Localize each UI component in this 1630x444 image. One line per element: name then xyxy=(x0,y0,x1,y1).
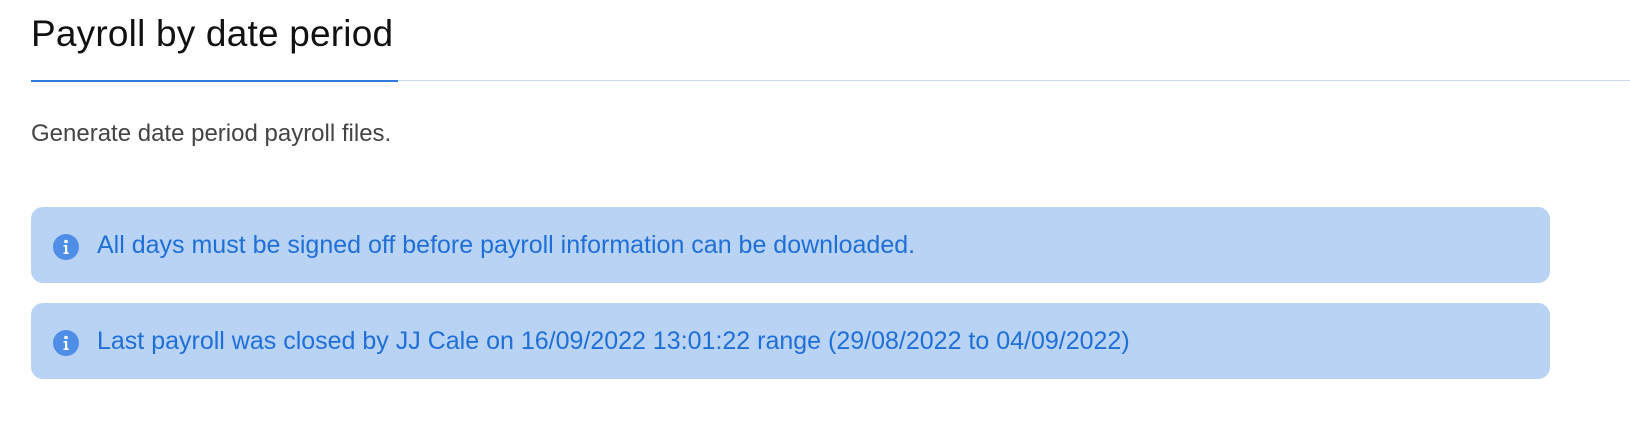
last-payroll-info-alert: Last payroll was closed by JJ Cale on 16… xyxy=(31,303,1550,379)
info-icon xyxy=(53,233,79,260)
page-title: Payroll by date period xyxy=(31,13,394,54)
alert-message: All days must be signed off before payro… xyxy=(97,231,916,259)
signoff-info-alert: All days must be signed off before payro… xyxy=(31,207,1550,283)
info-icon xyxy=(53,329,79,356)
page-description: Generate date period payroll files. xyxy=(31,120,392,147)
alert-message: Last payroll was closed by JJ Cale on 16… xyxy=(97,327,1130,355)
title-underline xyxy=(31,80,398,82)
